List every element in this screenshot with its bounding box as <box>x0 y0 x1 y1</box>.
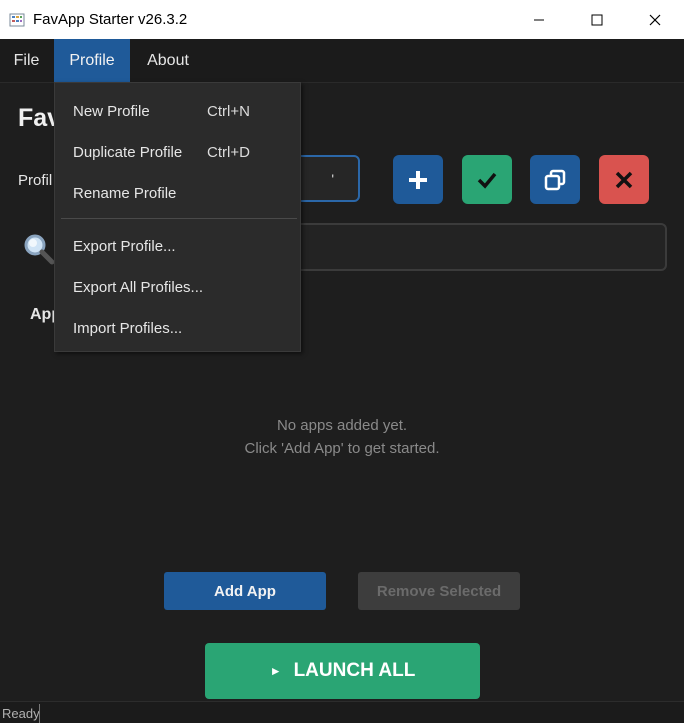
add-app-button[interactable]: Add App <box>164 572 326 610</box>
profile-label: Profil <box>18 172 53 189</box>
title-bar: FavApp Starter v26.3.2 <box>0 0 684 39</box>
menu-item-shortcut: Ctrl+N <box>207 103 250 120</box>
menu-item-label: New Profile <box>73 103 150 120</box>
menu-item-shortcut: Ctrl+D <box>207 144 250 161</box>
menu-item-rename-profile[interactable]: Rename Profile <box>55 176 300 210</box>
maximize-icon <box>591 14 603 25</box>
minimize-icon <box>534 19 544 20</box>
duplicate-profile-button[interactable] <box>530 155 580 204</box>
app-icon <box>9 12 25 28</box>
menu-item-import-profiles[interactable]: Import Profiles... <box>55 311 300 345</box>
play-icon: ► <box>269 664 282 678</box>
search-icon <box>22 232 56 266</box>
status-bar: Ready <box>0 701 684 723</box>
delete-profile-button[interactable] <box>599 155 649 204</box>
close-window-button[interactable] <box>626 0 684 39</box>
save-profile-button[interactable] <box>462 155 512 204</box>
status-text: Ready <box>2 706 40 721</box>
x-icon <box>615 171 633 188</box>
menu-item-export-profile[interactable]: Export Profile... <box>55 229 300 263</box>
menu-item-label: Export All Profiles... <box>73 279 204 296</box>
remove-selected-button[interactable]: Remove Selected <box>358 572 520 610</box>
menu-item-duplicate-profile[interactable]: Duplicate Profile Ctrl+D <box>55 135 300 169</box>
minimize-button[interactable] <box>510 0 568 39</box>
launch-all-button[interactable]: ► LAUNCH ALL <box>205 643 480 699</box>
add-profile-button[interactable] <box>393 155 443 204</box>
window-title: FavApp Starter v26.3.2 <box>33 11 188 28</box>
status-separator <box>39 704 40 723</box>
empty-state-message: No apps added yet. <box>276 417 408 434</box>
plus-icon <box>409 170 427 189</box>
menu-separator <box>61 218 297 219</box>
launch-all-label: LAUNCH ALL <box>293 660 416 681</box>
menu-item-label: Import Profiles... <box>73 320 183 337</box>
checkmark-icon <box>477 172 497 189</box>
menu-item-label: Rename Profile <box>73 185 177 202</box>
menu-item-label: Export Profile... <box>73 238 176 255</box>
menu-item-label: Duplicate Profile <box>73 144 183 161</box>
empty-state-hint: Click 'Add App' to get started. <box>244 440 440 457</box>
profile-menu-dropdown: New Profile Ctrl+N Duplicate Profile Ctr… <box>54 82 301 352</box>
copy-icon <box>544 169 566 190</box>
close-icon <box>649 14 661 25</box>
menu-item-new-profile[interactable]: New Profile Ctrl+N <box>55 94 300 128</box>
menu-file[interactable]: File <box>0 39 53 82</box>
menu-profile[interactable]: Profile <box>54 39 130 82</box>
menu-bar: File Profile About <box>0 39 684 83</box>
menu-item-export-all-profiles[interactable]: Export All Profiles... <box>55 270 300 304</box>
maximize-button[interactable] <box>568 0 626 39</box>
menu-about[interactable]: About <box>131 39 205 82</box>
profile-select-value: ' <box>331 171 334 187</box>
